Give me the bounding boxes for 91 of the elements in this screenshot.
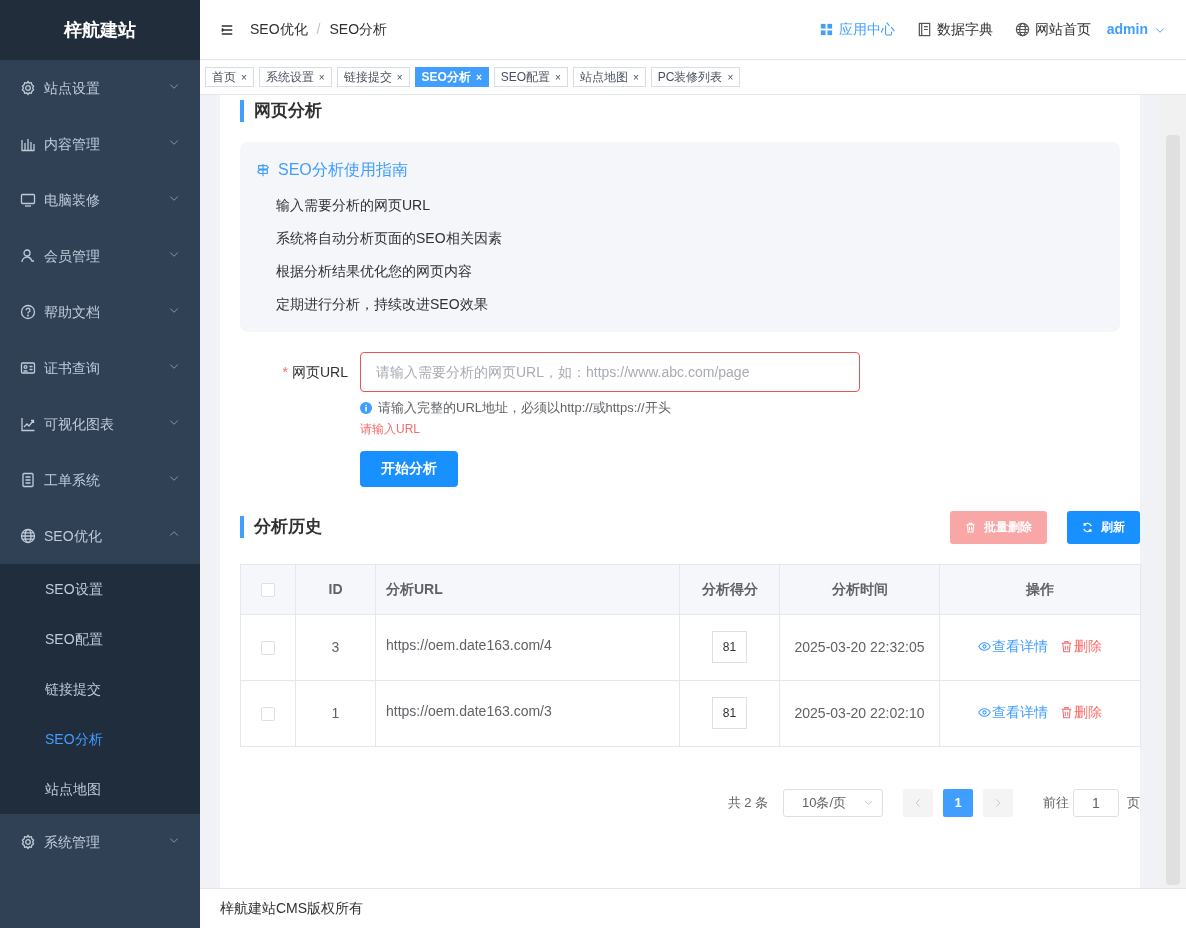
page-tab[interactable]: 首页 × bbox=[205, 67, 254, 87]
url-input-field[interactable]: 请输入需要分析的网页URL，如：https://www.abc.com/page bbox=[360, 352, 860, 392]
globe-icon bbox=[1014, 22, 1030, 37]
eye-icon bbox=[978, 705, 991, 719]
page-jump-field[interactable]: 1 bbox=[1073, 788, 1119, 817]
table-cell: 1 bbox=[331, 704, 340, 721]
refresh-icon bbox=[1082, 521, 1093, 533]
site-logo-title: 梓航建站 bbox=[0, 0, 200, 60]
signpost-icon bbox=[256, 163, 270, 177]
sidebar-menu-item[interactable]: 证书查询 bbox=[0, 340, 200, 396]
sidebar-menu-item[interactable]: 帮助文档 bbox=[0, 284, 200, 340]
sidebar-menu-item[interactable]: 可视化图表 bbox=[0, 396, 200, 452]
tab-close-icon[interactable]: × bbox=[632, 69, 639, 85]
chevron-right-icon bbox=[993, 797, 1003, 808]
sidebar-menu-item[interactable]: SEO优化 bbox=[0, 508, 200, 564]
column-header: 分析URL bbox=[386, 580, 443, 597]
eye-icon bbox=[978, 639, 991, 653]
column-header: 分析时间 bbox=[831, 580, 888, 597]
sidebar-menu-item[interactable]: 站点设置 bbox=[0, 60, 200, 116]
page-tab[interactable]: SEO配置 × bbox=[493, 67, 568, 87]
page-tab[interactable]: PC装修列表 × bbox=[650, 67, 741, 87]
breadcrumb-separator: / bbox=[316, 20, 321, 39]
sidebar-submenu-item[interactable]: SEO配置 bbox=[0, 614, 200, 664]
column-header: 操作 bbox=[1026, 580, 1054, 597]
menu-icon bbox=[220, 22, 234, 37]
page-suffix: 页 bbox=[1127, 793, 1140, 812]
column-header: 分析得分 bbox=[701, 580, 758, 597]
guide-text: 输入需要分析的网页URL bbox=[275, 196, 431, 215]
tab-close-icon[interactable]: × bbox=[555, 69, 561, 85]
field-label: * 网页URL bbox=[282, 364, 348, 380]
guide-text: 定期进行分析，持续改进SEO效果 bbox=[275, 295, 489, 314]
grid-icon bbox=[818, 22, 834, 37]
sidebar-menu-item[interactable]: 会员管理 bbox=[0, 228, 200, 284]
score-tag: 81 bbox=[712, 697, 747, 729]
sidebar-submenu-item[interactable]: 站点地图 bbox=[0, 764, 200, 814]
info-icon bbox=[360, 401, 372, 414]
sidebar-menu-item[interactable]: 工单系统 bbox=[0, 452, 200, 508]
score-tag: 81 bbox=[712, 631, 747, 663]
trash-icon bbox=[1060, 639, 1073, 653]
monitor-icon bbox=[20, 192, 36, 208]
gear-icon bbox=[20, 80, 36, 96]
bar-chart-icon bbox=[20, 136, 36, 152]
header-link[interactable]: 数据字典 bbox=[916, 19, 993, 40]
line-chart-icon bbox=[20, 416, 36, 432]
select-all-checkbox[interactable] bbox=[261, 582, 275, 597]
table-cell: 2025-03-20 22:32:05 bbox=[794, 638, 925, 655]
table-cell: 2025-03-20 22:02:10 bbox=[794, 704, 925, 721]
hint-text: 请输入完整的URL地址，必须以http://或https://开头 bbox=[378, 399, 671, 417]
page-tab[interactable]: 链接提交 × bbox=[336, 67, 410, 87]
breadcrumb-item: SEO分析 bbox=[329, 20, 388, 39]
sidebar-submenu-item[interactable]: SEO分析 bbox=[0, 714, 200, 764]
table-cell: 3 bbox=[331, 638, 340, 655]
page-tab[interactable]: 系统设置 × bbox=[258, 67, 332, 87]
total-count: 共 2 条 bbox=[727, 793, 768, 812]
trash-icon bbox=[965, 521, 976, 533]
globe-icon bbox=[20, 528, 36, 544]
help-icon bbox=[20, 304, 36, 320]
table-cell: https://oem.date163.com/3 bbox=[386, 702, 552, 719]
section-title: 网页分析 bbox=[240, 100, 1120, 122]
section-title: 分析历史 bbox=[240, 516, 322, 538]
sidebar-submenu-item[interactable]: 链接提交 bbox=[0, 664, 200, 714]
goto-label: 前往 bbox=[1043, 793, 1069, 812]
error-text: 请输入URL bbox=[360, 420, 421, 438]
footer-text: 梓航建站CMS版权所有 bbox=[220, 899, 364, 918]
guide-text: 系统将自动分析页面的SEO相关因素 bbox=[275, 229, 503, 248]
row-checkbox[interactable] bbox=[261, 640, 275, 655]
chevron-left-icon bbox=[913, 797, 923, 808]
header-link[interactable]: 网站首页 bbox=[1014, 19, 1091, 40]
user-icon bbox=[20, 248, 36, 264]
sidebar-menu-item[interactable]: 系统管理 bbox=[0, 814, 200, 870]
row-checkbox[interactable] bbox=[261, 706, 275, 721]
page-size-select[interactable]: 10条/页 bbox=[783, 788, 883, 817]
page-tab[interactable]: 站点地图 × bbox=[572, 67, 646, 87]
sidebar-menu-item[interactable]: 电脑装修 bbox=[0, 172, 200, 228]
column-header: ID bbox=[328, 580, 343, 597]
book-icon bbox=[916, 22, 932, 37]
gear-icon bbox=[20, 834, 36, 850]
tab-close-icon[interactable]: × bbox=[241, 69, 247, 85]
id-card-icon bbox=[20, 360, 36, 376]
guide-text: 根据分析结果优化您的网页内容 bbox=[275, 262, 473, 281]
sidebar-submenu-item[interactable]: SEO设置 bbox=[0, 564, 200, 614]
tab-close-icon[interactable]: × bbox=[318, 69, 325, 85]
tab-close-icon[interactable]: × bbox=[727, 69, 734, 85]
trash-icon bbox=[1060, 705, 1073, 719]
document-icon bbox=[20, 472, 36, 488]
sidebar-menu-item[interactable]: 内容管理 bbox=[0, 116, 200, 172]
breadcrumb-item[interactable]: SEO优化 bbox=[250, 19, 308, 40]
tab-close-icon[interactable]: × bbox=[396, 69, 403, 85]
table-cell: https://oem.date163.com/4 bbox=[386, 636, 552, 653]
required-mark: * bbox=[282, 364, 288, 380]
guide-title: SEO分析使用指南 bbox=[278, 160, 408, 180]
